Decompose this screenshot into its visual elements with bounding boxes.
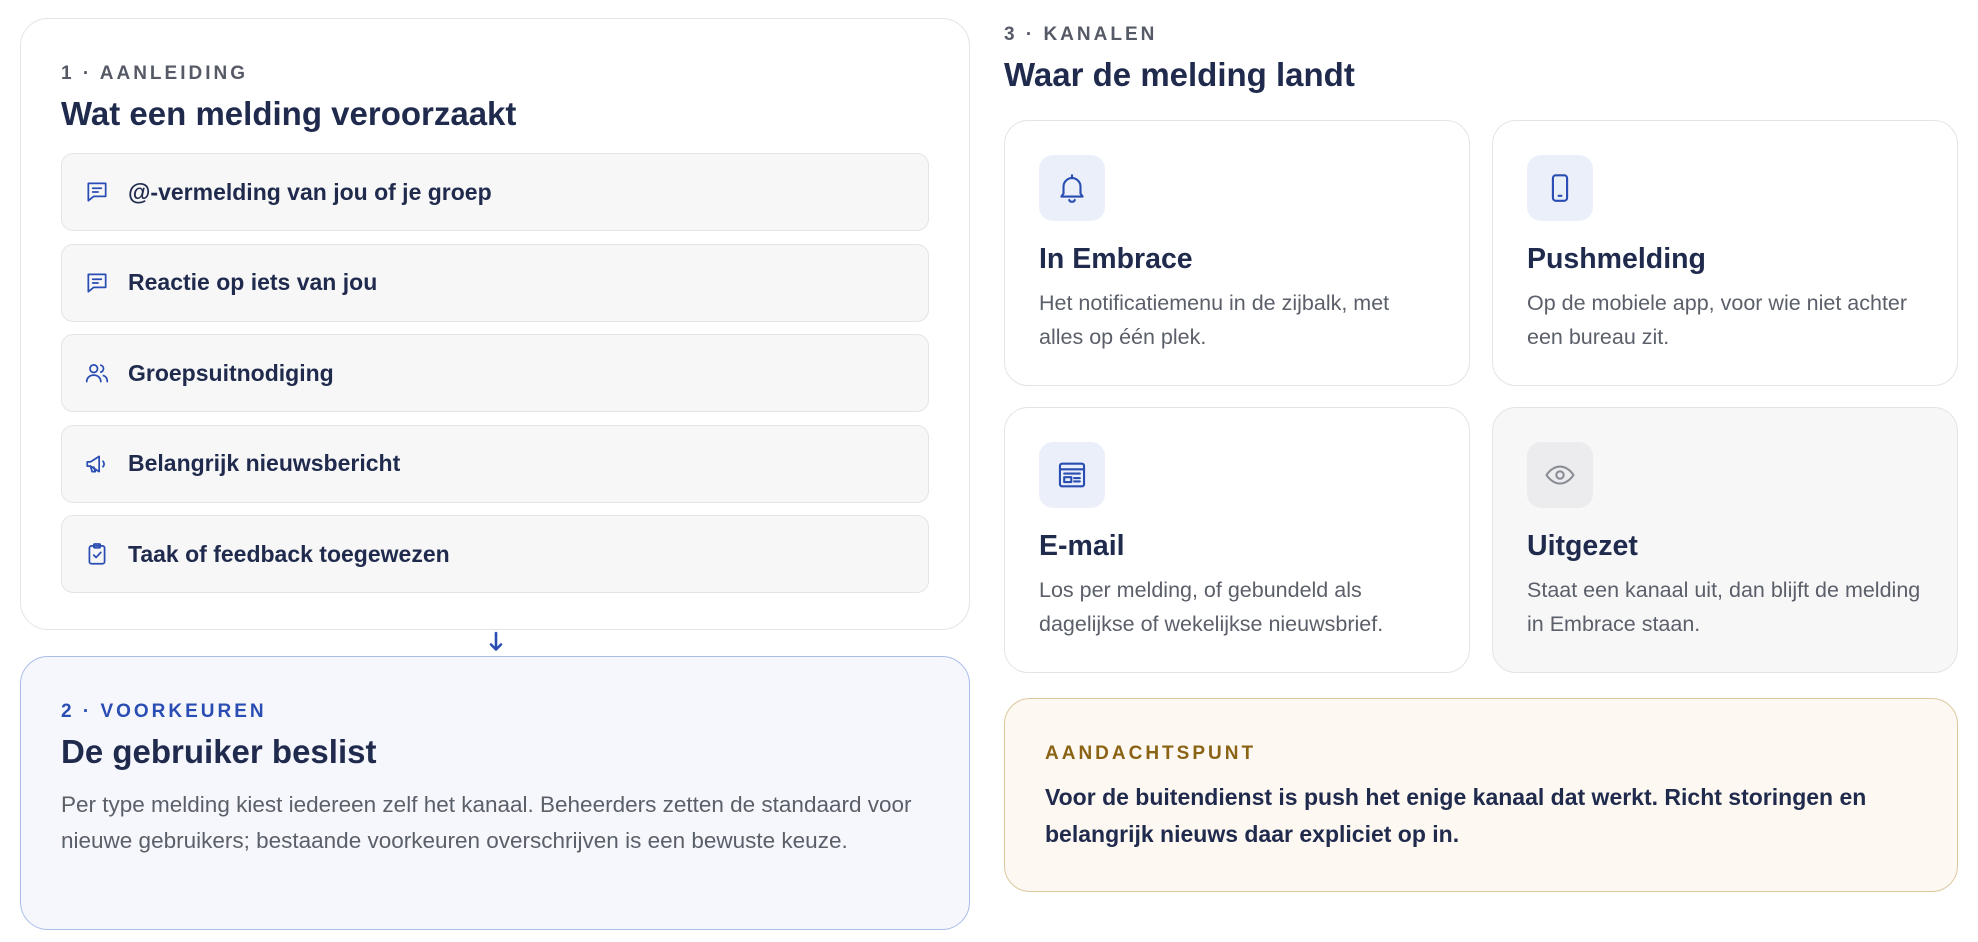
newsletter-icon [1039,442,1105,508]
section-eyebrow: 1 · AANLEIDING [61,63,248,84]
channel-card-email: E-mail Los per melding, of gebundeld als… [1004,407,1470,673]
channel-description: Het notificatiemenu in de zijbalk, met a… [1039,291,1390,349]
clipboard-check-icon [84,541,110,567]
chat-icon [84,270,110,296]
trigger-list: @-vermelding van jou of je groep Reactie… [61,153,929,593]
trigger-item-reaction: Reactie op iets van jou [61,243,929,322]
section-title: Waar de melding landt [1004,56,1355,93]
trigger-item-label: Taak of feedback toegewezen [128,540,450,567]
trigger-item-label: Groepsuitnodiging [128,359,334,386]
trigger-item-mention: @-vermelding van jou of je groep [61,153,929,231]
callout-eyebrow: AANDACHTSPUNT [1045,743,1257,764]
attention-callout: AANDACHTSPUNT Voor de buitendienst is pu… [1004,698,1958,892]
section-eyebrow: 2 · VOORKEUREN [61,701,267,722]
section-title: De gebruiker beslist [61,733,377,770]
trigger-item-task: Taak of feedback toegewezen [61,515,929,593]
arrow-down-icon [484,630,508,654]
section-eyebrow: 3 · KANALEN [1004,24,1158,45]
trigger-item-label: Belangrijk nieuwsbericht [128,450,401,476]
chat-icon [84,179,110,205]
channel-description: Op de mobiele app, voor wie niet achter … [1527,291,1908,349]
channel-title: E-mail [1039,530,1125,562]
channel-card-push: Pushmelding Op de mobiele app, voor wie … [1492,120,1958,386]
users-icon [84,360,110,386]
trigger-section: 1 · AANLEIDING Wat een melding veroorzaa… [20,18,970,630]
section-title: Wat een melding veroorzaakt [61,95,517,132]
callout-body: Voor de buitendienst is push het enige k… [1045,784,1867,847]
channel-description: Los per melding, of gebundeld als dageli… [1039,578,1384,636]
channel-card-in-app: In Embrace Het notificatiemenu in de zij… [1004,120,1470,386]
trigger-item-label: @-vermelding van jou of je groep [128,178,492,205]
bell-icon [1039,155,1105,221]
preferences-section: 2 · VOORKEUREN De gebruiker beslist Per … [20,656,970,930]
megaphone-icon [84,451,110,477]
channel-title: Uitgezet [1527,530,1638,562]
channel-title: In Embrace [1039,243,1193,275]
trigger-item-group-invite: Groepsuitnodiging [61,334,929,412]
trigger-item-news: Belangrijk nieuwsbericht [61,424,929,503]
eye-icon [1527,442,1593,508]
channel-title: Pushmelding [1527,243,1706,275]
channel-card-off: Uitgezet Staat een kanaal uit, dan blijf… [1492,407,1958,673]
trigger-item-label: Reactie op iets van jou [128,269,378,295]
section-body: Per type melding kiest iedereen zelf het… [61,792,912,853]
channel-description: Staat een kanaal uit, dan blijft de meld… [1527,578,1921,636]
phone-icon [1527,155,1593,221]
channels-section: 3 · KANALEN Waar de melding landt In Emb… [1004,24,1958,673]
